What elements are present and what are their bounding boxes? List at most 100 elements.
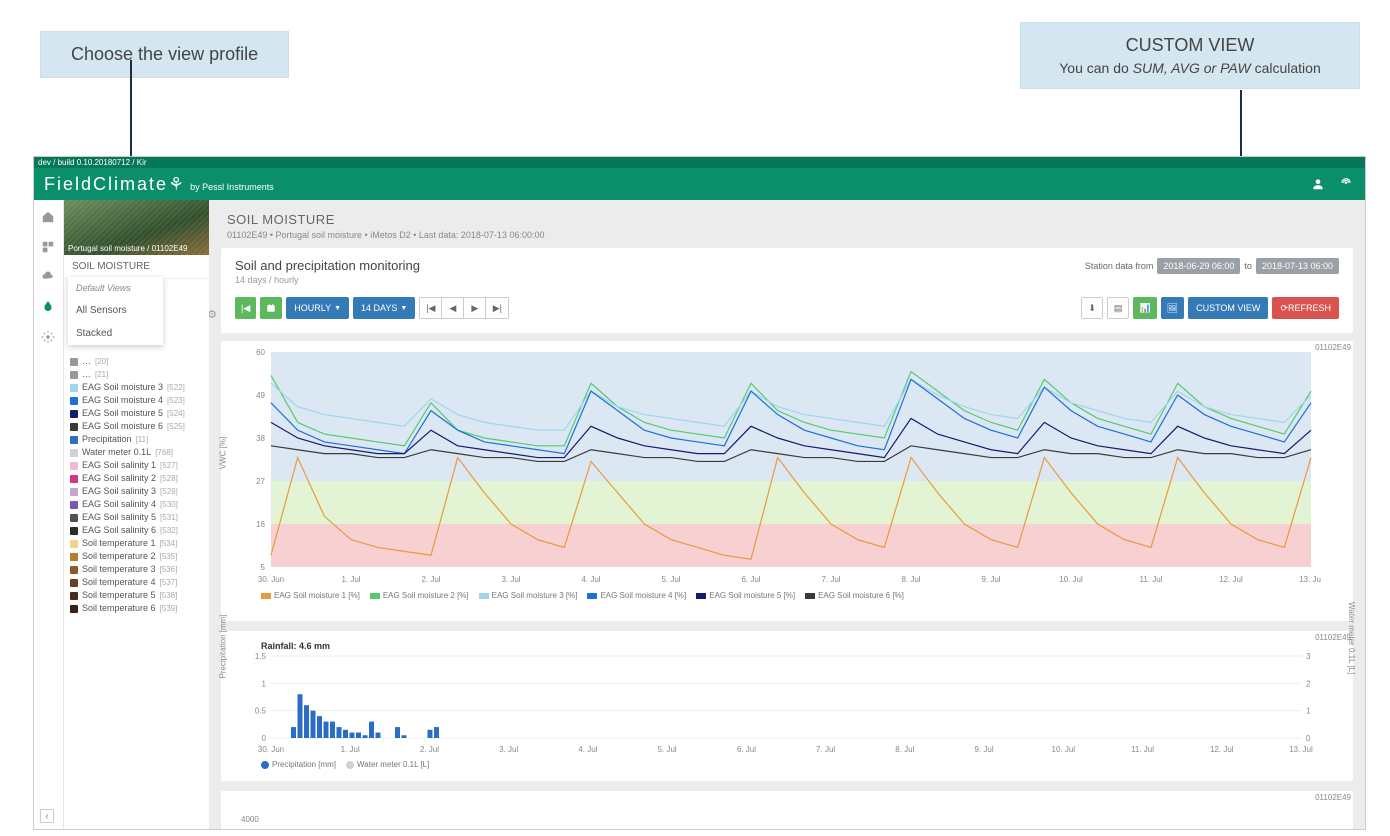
svg-text:10. Jul: 10. Jul (1052, 745, 1076, 754)
svg-text:5: 5 (261, 563, 266, 572)
collapse-sidebar-button[interactable]: ‹ (40, 809, 54, 823)
build-info: dev / build 0.10.20180712 / Kir (34, 157, 1365, 168)
svg-text:3. Jul: 3. Jul (501, 575, 520, 584)
svg-text:8. Jul: 8. Jul (895, 745, 914, 754)
menu-stacked[interactable]: Stacked (68, 322, 163, 345)
top-bar: FieldClimate⚘by Pessl Instruments (34, 168, 1365, 200)
svg-text:1: 1 (262, 679, 267, 688)
chart1-legend: EAG Soil moisture 1 [%]EAG Soil moisture… (241, 591, 1345, 600)
sensor-row[interactable]: Soil temperature 1 [534] (70, 537, 203, 550)
sensor-row[interactable]: EAG Soil salinity 4 [530] (70, 498, 203, 511)
chart-soil-moisture: 01102E49 VWC [%] 5162738496030. Jun1. Ju… (221, 341, 1353, 621)
sensor-row[interactable]: EAG Soil moisture 3 [522] (70, 381, 203, 394)
svg-text:30. Jun: 30. Jun (258, 575, 284, 584)
resolution-button[interactable]: HOURLY▼ (286, 297, 349, 319)
sensor-row[interactable]: … [21] (70, 368, 203, 381)
chart-precipitation: 01102E49 Rainfall: 4.6 mm Precipitation … (221, 631, 1353, 781)
svg-text:1. Jul: 1. Jul (341, 575, 360, 584)
svg-text:1: 1 (1306, 707, 1311, 716)
svg-text:27: 27 (256, 477, 265, 486)
view-profile-menu: SOIL MOISTURE Default Views All Sensors … (64, 255, 209, 279)
svg-text:12. Jul: 12. Jul (1210, 745, 1234, 754)
custom-view-button[interactable]: CUSTOM VIEW (1188, 297, 1268, 319)
page-title: SOIL MOISTURE (227, 212, 1347, 227)
svg-text:0: 0 (1306, 734, 1311, 743)
svg-text:5. Jul: 5. Jul (661, 575, 680, 584)
svg-text:4. Jul: 4. Jul (581, 575, 600, 584)
svg-text:38: 38 (256, 434, 265, 443)
callout-custom-view: CUSTOM VIEW You can do SUM, AVG or PAW c… (1020, 22, 1360, 89)
station-date-range: Station data from 2018-06-29 06:00 to 20… (1085, 258, 1339, 274)
app-window: dev / build 0.10.20180712 / Kir FieldCli… (33, 156, 1366, 830)
menu-all-sensors[interactable]: All Sensors (68, 299, 163, 322)
svg-text:16: 16 (256, 520, 265, 529)
sensor-row[interactable]: EAG Soil moisture 4 [523] (70, 394, 203, 407)
table-view-button[interactable]: ▤ (1107, 297, 1130, 319)
svg-text:1. Jul: 1. Jul (341, 745, 360, 754)
chart-third: 01102E49 4000 (221, 791, 1353, 830)
sensor-row[interactable]: Soil temperature 3 [536] (70, 563, 203, 576)
svg-text:2. Jul: 2. Jul (420, 745, 439, 754)
date-from-chip[interactable]: 2018-06-29 06:00 (1157, 258, 1240, 274)
menu-default-views[interactable]: Default Views (68, 277, 163, 299)
sensor-row[interactable]: EAG Soil salinity 5 [531] (70, 511, 203, 524)
sensor-row[interactable]: EAG Soil salinity 6 [532] (70, 524, 203, 537)
svg-text:2. Jul: 2. Jul (421, 575, 440, 584)
svg-text:9. Jul: 9. Jul (975, 745, 994, 754)
settings-icon[interactable] (41, 330, 57, 346)
sensor-row[interactable]: Water meter 0.1L [768] (70, 446, 203, 459)
svg-text:12. Jul: 12. Jul (1219, 575, 1243, 584)
sensor-list: … [20]… [21]EAG Soil moisture 3 [522]EAG… (64, 351, 209, 619)
cloud-icon[interactable] (41, 270, 57, 286)
svg-text:5. Jul: 5. Jul (658, 745, 677, 754)
sensor-row[interactable]: EAG Soil salinity 3 [529] (70, 485, 203, 498)
sensor-row[interactable]: EAG Soil salinity 1 [527] (70, 459, 203, 472)
sensor-row[interactable]: Soil temperature 2 [535] (70, 550, 203, 563)
svg-text:13. Jul: 13. Jul (1289, 745, 1313, 754)
station-image: Portugal soil moisture / 01102E49 (64, 200, 209, 255)
panel-header: Soil and precipitation monitoring 14 day… (221, 248, 1353, 333)
svg-text:4. Jul: 4. Jul (578, 745, 597, 754)
svg-text:6. Jul: 6. Jul (741, 575, 760, 584)
broadcast-icon[interactable] (1337, 175, 1355, 193)
pager-prev[interactable]: ◀ (442, 298, 464, 318)
rainfall-tooltip: Rainfall: 4.6 mm (261, 641, 1345, 651)
svg-text:11. Jul: 11. Jul (1140, 575, 1163, 584)
pager-last[interactable]: ▶| (486, 298, 508, 318)
svg-text:3: 3 (1306, 652, 1311, 661)
svg-text:13. Jul: 13. Jul (1299, 575, 1321, 584)
nav-rail (34, 200, 64, 830)
svg-text:60: 60 (256, 348, 265, 357)
gear-icon[interactable]: ⚙ (209, 308, 217, 321)
refresh-button[interactable]: ⟳ REFRESH (1272, 297, 1339, 319)
sensor-row[interactable]: Precipitation [11] (70, 433, 203, 446)
first-page-button[interactable]: |◀ (235, 297, 256, 319)
download-button[interactable]: ⬇ (1081, 297, 1103, 319)
sensor-row[interactable]: Soil temperature 6 [539] (70, 602, 203, 615)
sensor-row[interactable]: Soil temperature 4 [537] (70, 576, 203, 589)
sensor-row[interactable]: … [20] (70, 355, 203, 368)
sensor-row[interactable]: Soil temperature 5 [538] (70, 589, 203, 602)
main-area: SOIL MOISTURE 01102E49 • Portugal soil m… (209, 200, 1365, 830)
image-view-button[interactable]: 🖼 (1161, 297, 1184, 319)
chart2-legend: Precipitation [mm]Water meter 0.1L [L] (241, 760, 1345, 769)
user-icon[interactable] (1309, 175, 1327, 193)
range-button[interactable]: 14 DAYS▼ (353, 297, 415, 319)
date-to-chip[interactable]: 2018-07-13 06:00 (1256, 258, 1339, 274)
sensor-row[interactable]: EAG Soil salinity 2 [528] (70, 472, 203, 485)
pager-next[interactable]: ▶ (464, 298, 486, 318)
svg-text:7. Jul: 7. Jul (816, 745, 835, 754)
calendar-button[interactable] (260, 297, 282, 319)
sensor-row[interactable]: EAG Soil moisture 6 [525] (70, 420, 203, 433)
svg-text:3. Jul: 3. Jul (499, 745, 518, 754)
pager-first[interactable]: |◀ (420, 298, 442, 318)
svg-text:8. Jul: 8. Jul (901, 575, 920, 584)
svg-text:49: 49 (256, 391, 265, 400)
dashboard-icon[interactable] (41, 240, 57, 256)
chart-view-button[interactable]: 📊 (1133, 297, 1156, 319)
sensor-row[interactable]: EAG Soil moisture 5 [524] (70, 407, 203, 420)
svg-text:7. Jul: 7. Jul (821, 575, 840, 584)
soil-icon[interactable] (41, 300, 57, 316)
svg-text:2: 2 (1306, 679, 1311, 688)
home-icon[interactable] (41, 210, 57, 226)
